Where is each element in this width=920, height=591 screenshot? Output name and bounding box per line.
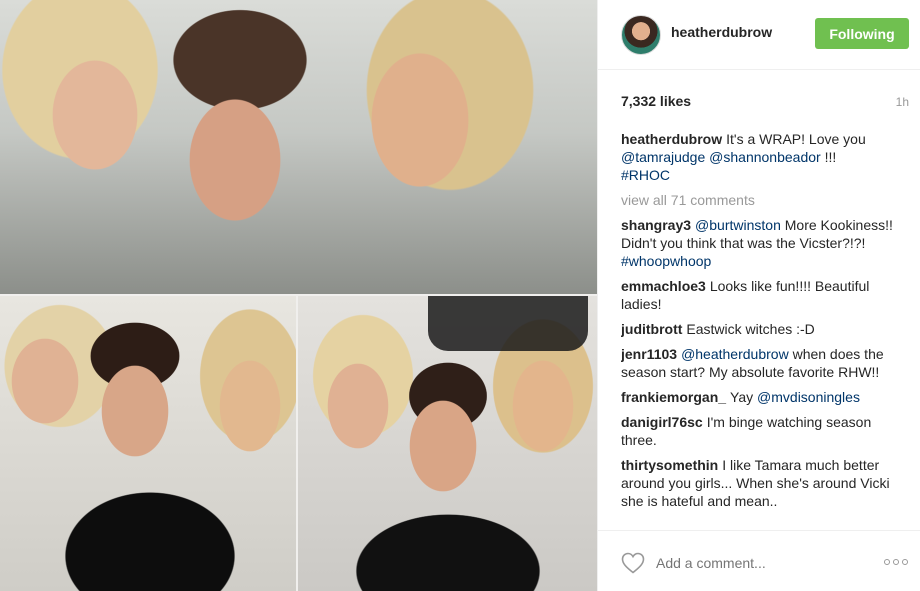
avatar[interactable]	[621, 15, 661, 55]
comment-hashtag[interactable]: #whoopwhoop	[621, 253, 711, 269]
caption: heatherdubrow It's a WRAP! Love you @tamr…	[621, 130, 896, 184]
add-comment-input[interactable]	[656, 554, 856, 572]
more-options-icon[interactable]	[884, 557, 910, 567]
caption-mention[interactable]: @shannonbeador	[709, 149, 821, 165]
comment-text: Eastwick witches :-D	[686, 321, 815, 337]
comment-username[interactable]: jenr1103	[621, 346, 677, 362]
post-sidebar: heatherdubrow Following 7,332 likes 1h h…	[597, 0, 920, 591]
comment-item: frankiemorgan_ Yay @mvdisoningles	[621, 388, 896, 406]
post-username[interactable]: heatherdubrow	[671, 24, 772, 40]
comments-list: heatherdubrow It's a WRAP! Love you @tamr…	[621, 130, 896, 526]
photo-selfie-bottom-right	[298, 296, 597, 591]
comment-username[interactable]: emmachloe3	[621, 278, 706, 294]
comment-item: jenr1103 @heatherdubrow when does the sea…	[621, 345, 896, 381]
caption-suffix: !!!	[824, 149, 837, 165]
post-stats: 7,332 likes 1h	[621, 93, 909, 111]
heart-icon[interactable]	[621, 552, 645, 574]
post-header: heatherdubrow Following	[598, 0, 920, 70]
comment-item: shangray3 @burtwinston More Kookiness!! D…	[621, 216, 896, 270]
comment-mention[interactable]: @mvdisoningles	[757, 389, 860, 405]
comment-item: danigirl76sc I'm binge watching season th…	[621, 413, 896, 449]
likes-count[interactable]: 7,332 likes	[621, 93, 691, 109]
post-time[interactable]: 1h	[896, 95, 909, 109]
comment-username[interactable]: juditbrott	[621, 321, 682, 337]
photo-selfie-bottom-left	[0, 296, 296, 591]
following-button[interactable]: Following	[815, 18, 909, 49]
comment-item: thirtysomethin I like Tamara much better …	[621, 456, 896, 510]
caption-mention[interactable]: @tamrajudge	[621, 149, 705, 165]
caption-hashtag[interactable]: #RHOC	[621, 167, 670, 183]
view-all-comments-link[interactable]: view all 71 comments	[621, 191, 896, 209]
photo-selfie-top	[0, 0, 597, 294]
comment-username[interactable]: shangray3	[621, 217, 691, 233]
comment-username[interactable]: frankiemorgan_	[621, 389, 726, 405]
comment-mention[interactable]: @heatherdubrow	[681, 346, 789, 362]
caption-username[interactable]: heatherdubrow	[621, 131, 722, 147]
caption-text: It's a WRAP! Love you	[726, 131, 866, 147]
comment-item: juditbrott Eastwick witches :-D	[621, 320, 896, 338]
comment-username[interactable]: danigirl76sc	[621, 414, 703, 430]
post-photo[interactable]	[0, 0, 597, 591]
comment-footer	[598, 530, 920, 591]
comment-mention[interactable]: @burtwinston	[695, 217, 781, 233]
comment-username[interactable]: thirtysomethin	[621, 457, 718, 473]
comment-text: Yay	[730, 389, 754, 405]
comment-item: emmachloe3 Looks like fun!!!! Beautiful l…	[621, 277, 896, 313]
